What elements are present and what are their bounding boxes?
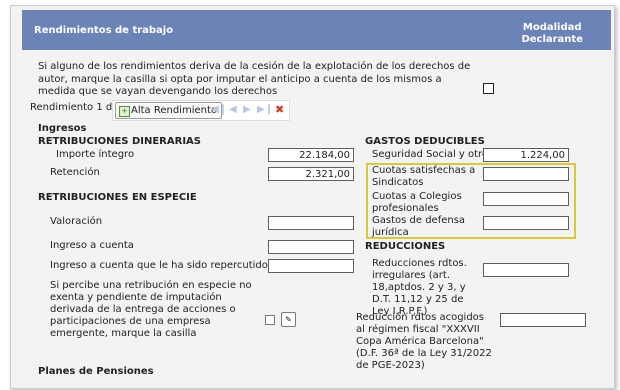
next-record-icon[interactable]: ▶ [243, 104, 251, 115]
ingreso-repercutido-label: Ingreso a cuenta que le ha sido repercut… [50, 260, 268, 271]
especie-emergente-text: Si percibe una retribución en especie no… [50, 280, 252, 339]
delete-record-icon[interactable]: ✖ [275, 103, 284, 116]
intro-text: Si alguno de los rendimientos deriva de … [38, 61, 471, 97]
anticipo-checkbox[interactable] [483, 83, 494, 94]
alta-rendimiento-label: Alta Rendimiento [131, 105, 218, 116]
emergente-checkbox[interactable] [265, 315, 275, 325]
valoracion-input[interactable] [268, 216, 354, 230]
highlight-box [366, 163, 576, 239]
ingreso-cuenta-label: Ingreso a cuenta [50, 240, 134, 251]
retencion-label: Retención [50, 167, 100, 178]
previous-record-icon[interactable]: ◀ [229, 104, 237, 115]
importe-label: Importe íntegro [56, 149, 135, 160]
section-header: Rendimientos de trabajo Modalidad Declar… [22, 10, 611, 50]
reducciones-irregulares-input[interactable] [483, 263, 569, 277]
declarante-label: Declarante [521, 34, 583, 45]
copa-america-label: Reducción rdtos acogidos al régimen fisc… [356, 312, 492, 371]
record-toolbar: + Alta Rendimiento ◀❙ ◀ ▶ ▶❙ ✖ [112, 100, 290, 121]
add-record-icon: + [119, 106, 130, 117]
especie-title: RETRIBUCIONES EN ESPECIE [38, 192, 197, 203]
ingreso-cuenta-input[interactable] [268, 240, 354, 254]
seguridad-social-label: Seguridad Social y otros [372, 149, 494, 160]
gastos-title: GASTOS DEDUCIBLES [365, 136, 485, 147]
reducciones-irregulares-label: Reducciones rdtos. irregulares (art. 18,… [372, 258, 467, 317]
retencion-input[interactable]: 2.321,00 [268, 167, 354, 181]
planes-pensiones-title: Planes de Pensiones [38, 366, 154, 377]
section-title: Rendimientos de trabajo [34, 25, 174, 36]
copa-america-input[interactable] [500, 313, 586, 327]
edit-pencil-icon[interactable]: ✎ [281, 312, 296, 327]
last-record-icon[interactable]: ▶❙ [257, 104, 273, 115]
seguridad-social-input[interactable]: 1.224,00 [483, 148, 569, 162]
ingreso-repercutido-input[interactable] [268, 259, 354, 273]
alta-rendimiento-button[interactable]: + Alta Rendimiento [115, 102, 223, 119]
modalidad-header: Modalidad Declarante [521, 22, 583, 46]
first-record-icon[interactable]: ◀❙ [211, 104, 227, 115]
importe-input[interactable]: 22.184,00 [268, 148, 354, 162]
valoracion-label: Valoración [50, 216, 103, 227]
reducciones-title: REDUCCIONES [365, 241, 446, 252]
ingresos-title: Ingresos [38, 123, 87, 134]
modalidad-label: Modalidad [522, 22, 582, 33]
dinerarias-title: RETRIBUCIONES DINERARIAS [38, 136, 201, 147]
